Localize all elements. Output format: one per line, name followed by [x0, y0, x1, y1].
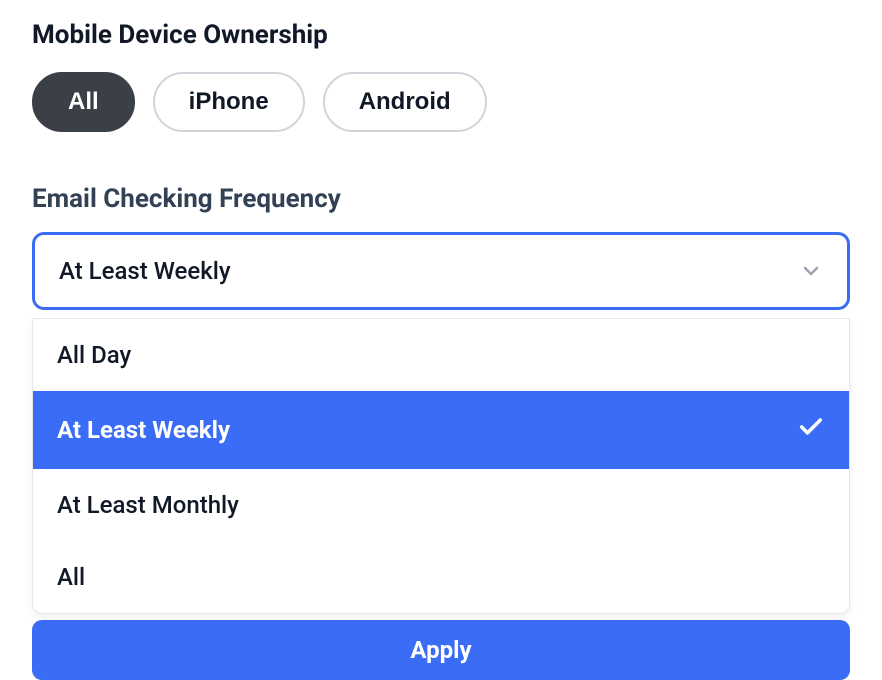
email-frequency-trigger[interactable]: At Least Weekly: [32, 232, 850, 310]
device-ownership-title: Mobile Device Ownership: [32, 20, 850, 50]
option-all[interactable]: All: [33, 541, 849, 613]
chevron-down-icon: [799, 259, 823, 283]
pill-iphone[interactable]: iPhone: [153, 72, 305, 132]
option-label: All Day: [57, 341, 131, 369]
option-at-least-weekly[interactable]: At Least Weekly: [33, 391, 849, 469]
pill-android[interactable]: Android: [323, 72, 487, 132]
email-frequency-dropdown: All Day At Least Weekly At Least Monthly…: [32, 318, 850, 614]
email-frequency-label: Email Checking Frequency: [32, 184, 850, 214]
option-label: At Least Weekly: [57, 416, 230, 444]
apply-button[interactable]: Apply: [32, 620, 850, 680]
option-label: At Least Monthly: [57, 491, 239, 519]
email-frequency-select: At Least Weekly All Day At Least Weekly …: [32, 232, 850, 310]
option-all-day[interactable]: All Day: [33, 319, 849, 391]
device-ownership-pills: All iPhone Android: [32, 72, 850, 132]
check-icon: [797, 413, 825, 447]
option-at-least-monthly[interactable]: At Least Monthly: [33, 469, 849, 541]
pill-all[interactable]: All: [32, 72, 135, 132]
email-frequency-selected-value: At Least Weekly: [59, 257, 231, 285]
option-label: All: [57, 563, 85, 591]
